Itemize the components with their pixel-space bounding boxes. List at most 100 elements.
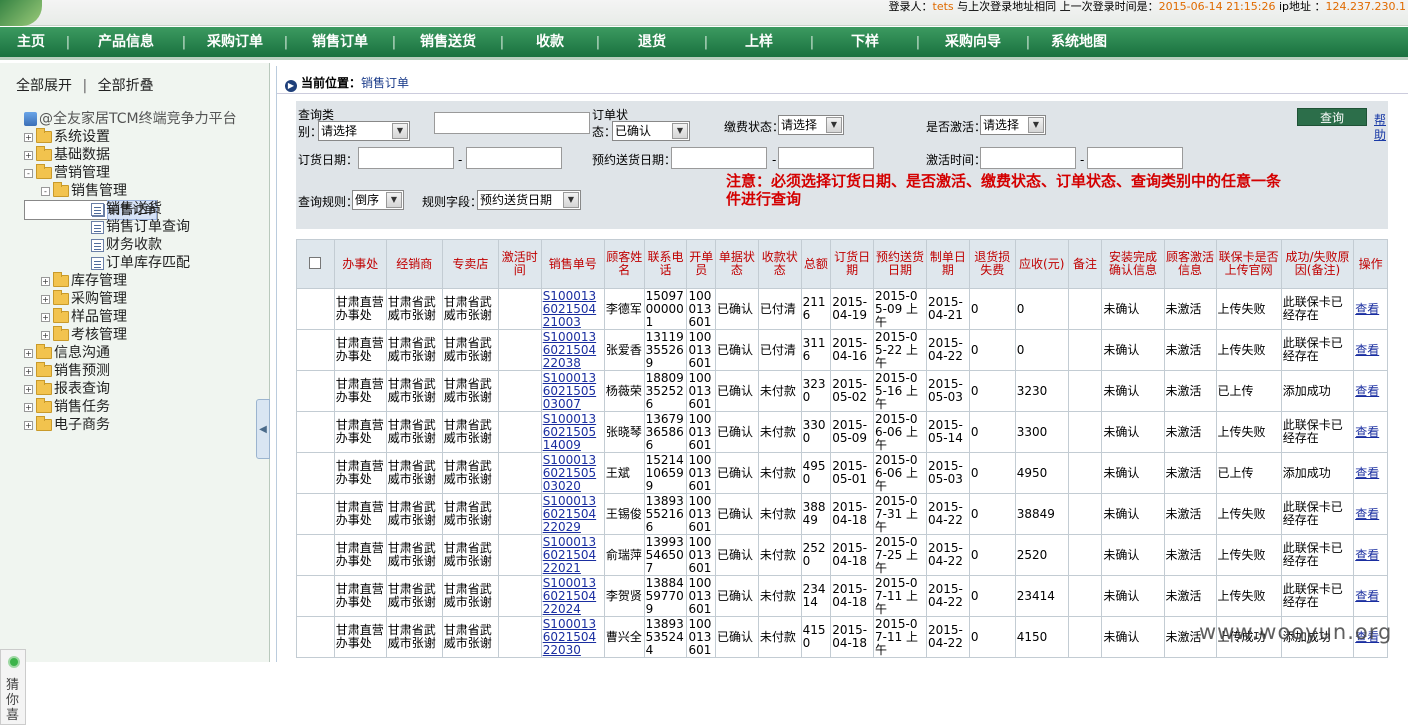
order-number-link[interactable]: S100013602150422038 [543,331,596,370]
expand-icon[interactable]: + [24,132,33,142]
tree-node[interactable]: + 基础数据 [24,146,237,164]
table-cell: 甘肃省武威市张谢 [385,288,443,330]
tree-node[interactable]: 销售订单查询 [24,218,237,236]
table-cell: 张晓琴 [603,411,645,453]
table-cell: 2015-06-06 上午 [872,411,928,453]
order-status-select[interactable]: 已确认 ▼ [612,121,690,141]
query-button[interactable]: 查询 [1297,108,1367,126]
nav-item[interactable]: 销售送货 [400,26,496,59]
tree-node[interactable]: + 电子商务 [24,416,237,434]
rule-select[interactable]: 倒序 ▼ [352,190,404,210]
collapse-sidebar-button[interactable]: ◀ [256,399,270,459]
collapse-icon[interactable]: - [24,168,33,178]
tree-node[interactable]: + 销售任务 [24,398,237,416]
order-number-link[interactable]: S100013602150422029 [543,495,596,534]
tree-node[interactable]: - 销售管理 [24,182,237,200]
order-number-link[interactable]: S100013602150514009 [543,413,596,452]
select-all-header[interactable] [296,239,335,289]
user-name: tets [932,0,954,13]
view-link[interactable]: 查看 [1355,548,1379,562]
column-header: 操作 [1353,239,1388,289]
order-number-link[interactable]: S100013602150503020 [543,454,596,493]
tree-node[interactable]: 订单库存匹配 [24,254,237,272]
view-link[interactable]: 查看 [1355,384,1379,398]
query-text-input[interactable] [434,112,590,134]
tree-root[interactable]: @全友家居TCM终端竞争力平台 [24,110,237,128]
expand-icon[interactable]: + [24,366,33,376]
expand-icon[interactable]: + [24,348,33,358]
order-number-link[interactable]: S100013602150422021 [543,536,596,575]
column-header: 订货日期 [830,239,874,289]
tree-node[interactable]: + 系统设置 [24,128,237,146]
delivery-date-from-input[interactable] [671,147,767,169]
tree-node[interactable]: + 报表查询 [24,380,237,398]
tree-node[interactable]: + 考核管理 [24,326,237,344]
table-row: 甘肃直营办事处 甘肃省武威市张谢 甘肃省武威市张谢 S1000136021504220… [296,575,1388,617]
expand-icon[interactable]: + [41,312,50,322]
view-link[interactable]: 查看 [1355,425,1379,439]
table-cell [497,452,542,494]
nav-item[interactable]: 主页 [0,26,62,59]
expand-icon[interactable]: + [41,330,50,340]
pay-status-select[interactable]: 请选择 ▼ [778,115,844,135]
delivery-date-to-input[interactable] [778,147,874,169]
activated-select[interactable]: 请选择 ▼ [980,115,1046,135]
order-number-link[interactable]: S100013602150422024 [543,577,596,616]
guess-widget[interactable]: 猜你喜 [0,649,26,725]
tree-node-label: 电子商务 [54,417,110,433]
query-type-select[interactable]: 请选择 ▼ [318,121,410,141]
table-cell: 俞瑞萍 [603,534,645,576]
tree-node[interactable]: + 销售预测 [24,362,237,380]
activate-time-from-input[interactable] [980,147,1076,169]
tree-node[interactable]: + 样品管理 [24,308,237,326]
help-link[interactable]: 帮助 [1374,113,1388,143]
tree-node[interactable]: + 库存管理 [24,272,237,290]
arrow-right-icon: ▶ [285,80,297,92]
view-link[interactable]: 查看 [1355,302,1379,316]
order-number-link[interactable]: S100013602150421003 [543,290,596,329]
collapse-all-link[interactable]: 全部折叠 [98,78,154,94]
nav-item[interactable]: 系统地图 [1034,26,1124,59]
expand-icon[interactable]: + [41,276,50,286]
view-link[interactable]: 查看 [1355,507,1379,521]
tree-node-label: 信息沟通 [54,345,110,361]
nav-item[interactable]: 下样 [818,26,912,59]
tree-node[interactable]: - 营销管理 [24,164,237,182]
tree-node[interactable]: + 信息沟通 [24,344,237,362]
nav-item[interactable]: 收款 [508,26,592,59]
view-link[interactable]: 查看 [1355,343,1379,357]
expand-icon[interactable]: + [24,150,33,160]
order-number-link[interactable]: S100013602150503007 [543,372,596,411]
collapse-icon[interactable]: - [41,186,50,196]
tree-node[interactable]: + 采购管理 [24,290,237,308]
nav-item[interactable]: 采购向导 [924,26,1022,59]
rule-field-select[interactable]: 预约送货日期 ▼ [477,190,581,210]
chevron-down-icon: ▼ [826,117,842,133]
expand-icon[interactable]: + [24,420,33,430]
nav-item[interactable]: 采购订单 [190,26,280,59]
expand-icon[interactable]: + [24,402,33,412]
order-number-link[interactable]: S100013602150422030 [543,618,596,657]
table-cell: 3230 [1014,370,1069,412]
activate-time-to-input[interactable] [1087,147,1183,169]
nav-item[interactable]: 退货 [604,26,700,59]
select-all-checkbox[interactable] [309,256,322,269]
table-cell: 甘肃直营办事处 [333,288,387,330]
expand-all-link[interactable]: 全部展开 [16,78,72,94]
expand-icon[interactable]: + [41,294,50,304]
view-link[interactable]: 查看 [1355,466,1379,480]
nav-item[interactable]: 销售订单 [292,26,388,59]
tree-node[interactable]: 财务收款 [24,236,237,254]
order-date-from-input[interactable] [358,147,454,169]
expand-icon[interactable]: + [24,384,33,394]
order-date-to-input[interactable] [466,147,562,169]
nav-item[interactable]: 产品信息 [74,26,178,59]
nav-item[interactable]: 上样 [712,26,806,59]
table-row: 甘肃直营办事处 甘肃省武威市张谢 甘肃省武威市张谢 S1000136021504210… [296,288,1388,330]
table-cell [296,411,335,453]
table-cell: 2015-05-22 上午 [872,329,928,371]
tree-node[interactable]: 销售送货 [24,200,237,218]
view-link[interactable]: 查看 [1355,589,1379,603]
watermark: www.wooyun.org [1199,620,1393,644]
table-cell [296,616,335,658]
